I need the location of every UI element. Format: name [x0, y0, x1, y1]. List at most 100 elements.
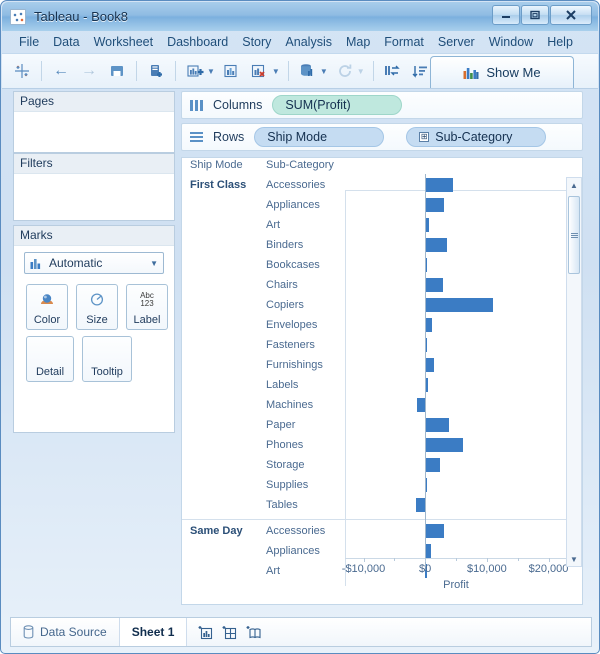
new-dashboard-icon[interactable]: [221, 625, 237, 640]
maximize-button[interactable]: [521, 5, 549, 25]
new-story-icon[interactable]: [245, 625, 261, 639]
sub-category-label[interactable]: Binders: [266, 239, 303, 251]
sub-category-label[interactable]: Furnishings: [266, 359, 323, 371]
pill-ship-mode[interactable]: Ship Mode: [254, 127, 385, 147]
bar-mark[interactable]: [425, 524, 445, 538]
marks-type-select[interactable]: Automatic ▼: [24, 252, 164, 274]
sheet-creation-icons: [187, 618, 270, 646]
marks-color-button[interactable]: Color: [26, 284, 68, 330]
filters-panel-title: Filters: [14, 154, 174, 174]
new-worksheet-icon[interactable]: [197, 625, 213, 640]
save-icon[interactable]: [105, 59, 129, 83]
tableau-home-icon[interactable]: [10, 59, 34, 83]
bar-mark[interactable]: [425, 318, 432, 332]
menu-item-server[interactable]: Server: [431, 34, 482, 50]
axis-tick: [425, 558, 427, 562]
menu-item-help[interactable]: Help: [540, 34, 580, 50]
sub-category-label[interactable]: Accessories: [266, 179, 325, 191]
menu-item-analysis[interactable]: Analysis: [278, 34, 339, 50]
show-me-button[interactable]: Show Me: [430, 56, 574, 88]
swap-rows-columns-icon[interactable]: [381, 59, 405, 83]
bar-mark[interactable]: [425, 458, 440, 472]
menu-item-story[interactable]: Story: [235, 34, 278, 50]
sub-category-label[interactable]: Bookcases: [266, 259, 320, 271]
back-icon[interactable]: ←: [49, 59, 73, 83]
ship-mode-label[interactable]: First Class: [190, 179, 246, 191]
sub-category-label[interactable]: Machines: [266, 399, 313, 411]
sheet-tab-sheet1[interactable]: Sheet 1: [119, 618, 188, 646]
axis-minor-tick: [394, 558, 396, 561]
sub-category-label[interactable]: Envelopes: [266, 319, 317, 331]
marks-tooltip-label: Tooltip: [91, 366, 123, 378]
columns-shelf[interactable]: Columns SUM(Profit): [181, 91, 583, 119]
extract-icon[interactable]: [296, 59, 320, 83]
refresh-dropdown-icon[interactable]: ▼: [357, 67, 365, 76]
sub-category-label[interactable]: Storage: [266, 459, 305, 471]
new-worksheet-icon[interactable]: [183, 59, 207, 83]
bar-mark[interactable]: [425, 278, 444, 292]
pill-sub-category[interactable]: ⊞ Sub-Category: [406, 127, 547, 147]
worksheet-view[interactable]: Ship Mode Sub-Category First Class Access…: [181, 157, 583, 605]
marks-size-button[interactable]: Size: [76, 284, 118, 330]
close-button[interactable]: [550, 5, 592, 25]
expand-sub-category-icon[interactable]: ⊞: [419, 132, 430, 142]
bar-mark[interactable]: [425, 358, 434, 372]
sub-category-label[interactable]: Labels: [266, 379, 298, 391]
sub-category-label[interactable]: Art: [266, 219, 280, 231]
vertical-scrollbar[interactable]: ▲ ▼: [566, 177, 582, 567]
sub-category-label[interactable]: Supplies: [266, 479, 308, 491]
rows-shelf[interactable]: Rows Ship Mode ⊞ Sub-Category: [181, 123, 583, 151]
title-bar: Tableau - Book8: [2, 2, 598, 31]
pill-sum-profit[interactable]: SUM(Profit): [272, 95, 403, 115]
sub-category-label[interactable]: Appliances: [266, 199, 320, 211]
sub-category-label[interactable]: Appliances: [266, 545, 320, 557]
marks-tooltip-button[interactable]: Tooltip: [82, 336, 132, 382]
scroll-up-arrow-icon[interactable]: ▲: [567, 178, 581, 192]
sub-category-label[interactable]: Paper: [266, 419, 295, 431]
chevron-down-icon[interactable]: ▼: [150, 259, 158, 268]
sub-category-label[interactable]: Copiers: [266, 299, 304, 311]
menu-item-data[interactable]: Data: [46, 34, 86, 50]
forward-icon[interactable]: →: [77, 59, 101, 83]
refresh-icon[interactable]: [333, 59, 357, 83]
menu-item-window[interactable]: Window: [482, 34, 540, 50]
bar-mark[interactable]: [425, 298, 493, 312]
bar-mark[interactable]: [415, 498, 426, 512]
bar-mark[interactable]: [425, 418, 450, 432]
marks-panel-title: Marks: [14, 226, 174, 246]
bar-mark[interactable]: [417, 398, 426, 412]
new-data-source-icon[interactable]: [144, 59, 168, 83]
menu-item-format[interactable]: Format: [377, 34, 431, 50]
clear-sheet-dropdown-icon[interactable]: ▼: [272, 67, 280, 76]
sub-category-label[interactable]: Tables: [266, 499, 298, 511]
marks-detail-button[interactable]: Detail: [26, 336, 74, 382]
ship-mode-label[interactable]: Same Day: [190, 525, 243, 537]
new-worksheet-dropdown-icon[interactable]: ▼: [207, 67, 215, 76]
axis-tick: [486, 558, 488, 562]
show-me-label: Show Me: [486, 65, 541, 80]
extract-dropdown-icon[interactable]: ▼: [320, 67, 328, 76]
sub-category-label[interactable]: Accessories: [266, 525, 325, 537]
marks-type-value: Automatic: [49, 256, 103, 270]
data-source-tab[interactable]: Data Source: [11, 618, 120, 646]
bar-mark[interactable]: [425, 198, 444, 212]
sub-category-label[interactable]: Phones: [266, 439, 303, 451]
menu-item-dashboard[interactable]: Dashboard: [160, 34, 235, 50]
marks-label-button[interactable]: Abc 123 Label: [126, 284, 168, 330]
menu-item-map[interactable]: Map: [339, 34, 377, 50]
menu-item-file[interactable]: File: [12, 34, 46, 50]
scroll-down-arrow-icon[interactable]: ▼: [567, 552, 581, 566]
clear-sheet-icon[interactable]: [248, 59, 272, 83]
scrollbar-thumb[interactable]: [568, 196, 580, 274]
bar-mark[interactable]: [425, 178, 453, 192]
minimize-button[interactable]: [492, 5, 520, 25]
bar-mark[interactable]: [425, 238, 447, 252]
bar-mark[interactable]: [425, 438, 463, 452]
duplicate-sheet-icon[interactable]: [220, 59, 244, 83]
sub-category-label[interactable]: Chairs: [266, 279, 298, 291]
tableau-logo-icon: [10, 8, 26, 25]
plot-area[interactable]: First Class Accessories Appliances Art Binde…: [182, 174, 567, 586]
sheet-tab-label: Sheet 1: [131, 625, 175, 639]
sub-category-label[interactable]: Fasteners: [266, 339, 315, 351]
menu-item-worksheet[interactable]: Worksheet: [87, 34, 161, 50]
